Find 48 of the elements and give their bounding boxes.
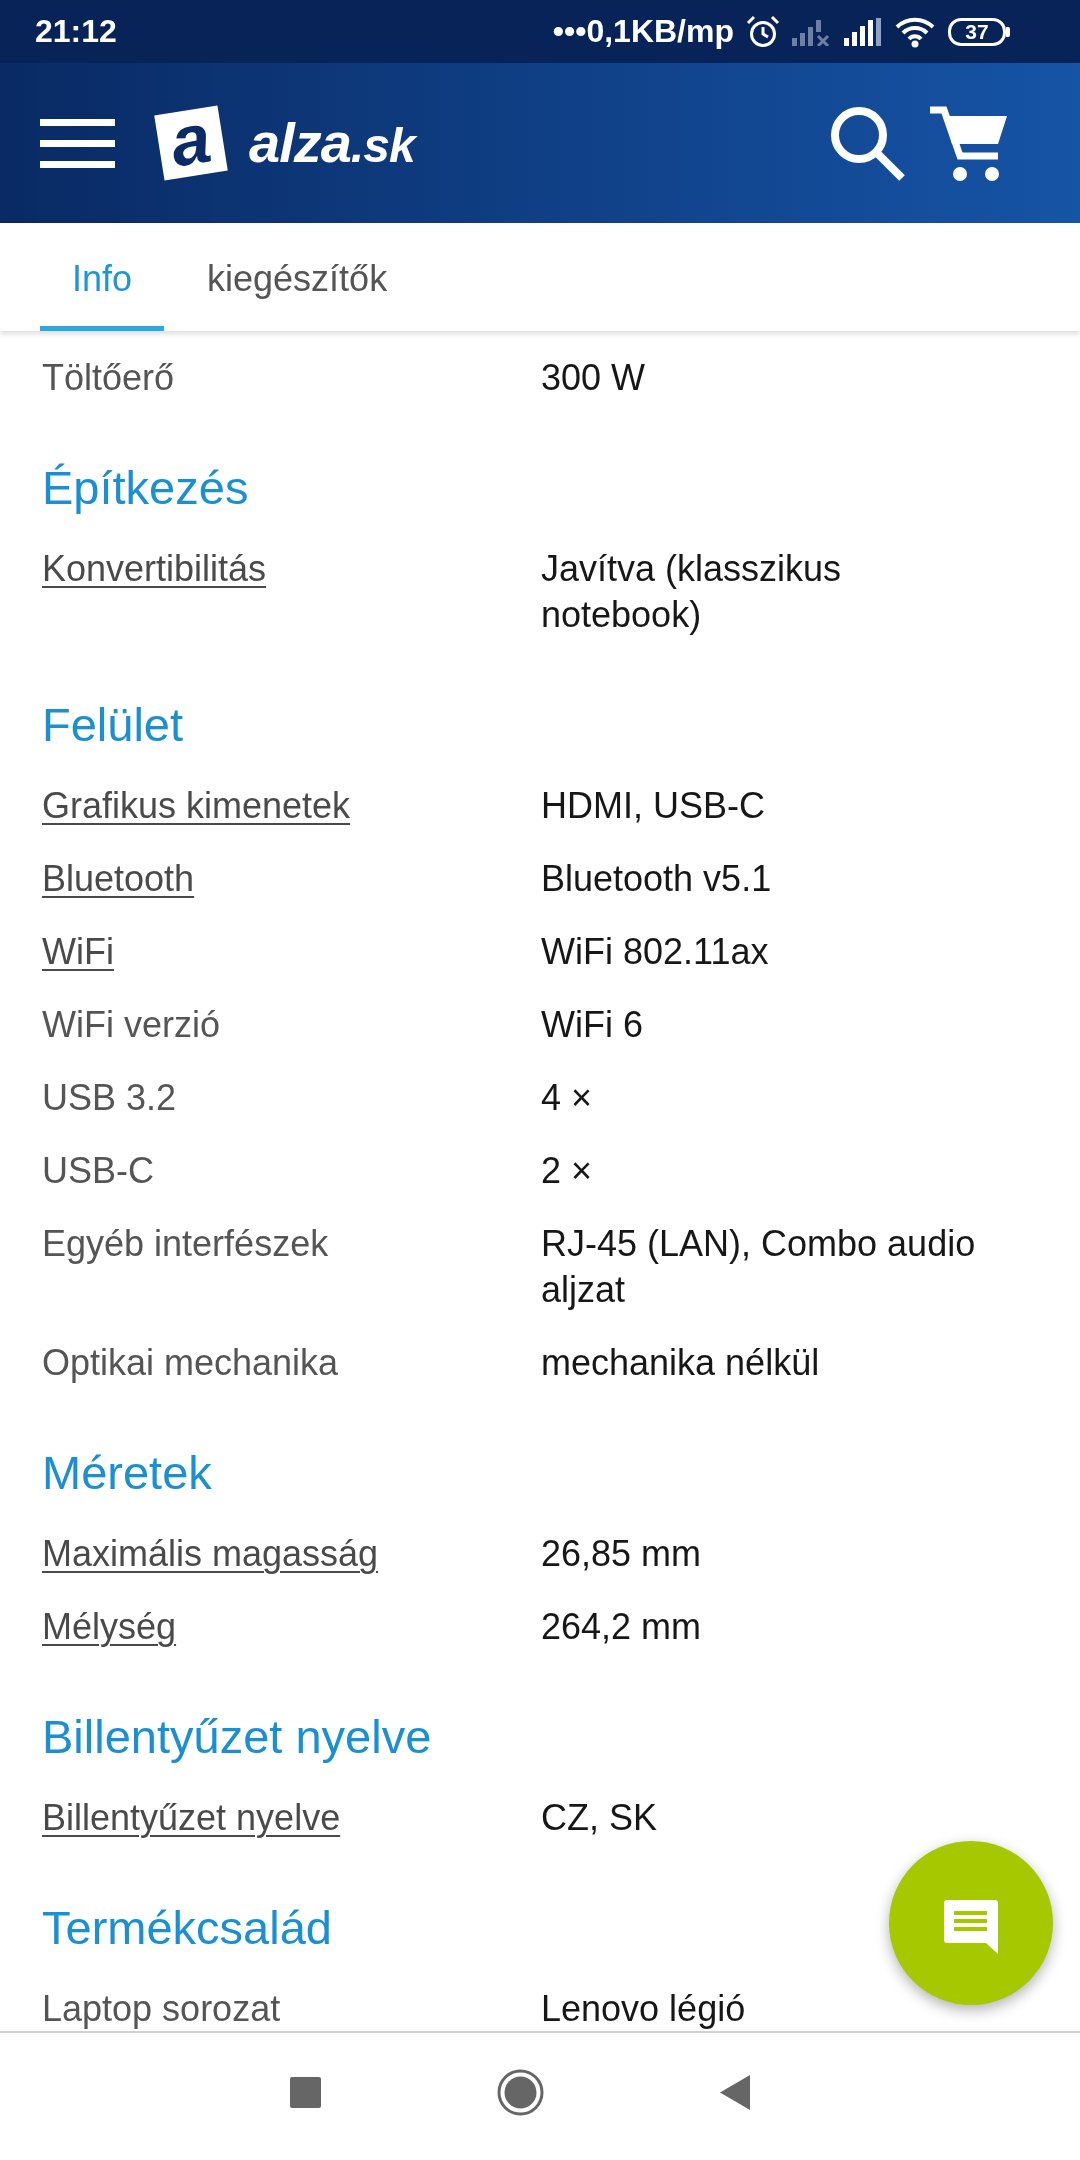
spec-link[interactable]: Konvertibilitás — [42, 546, 267, 638]
tab[interactable]: kiegészítők — [175, 223, 420, 331]
spec-value: 2 × — [541, 1149, 593, 1193]
section-heading: Billentyűzet nyelve — [42, 1709, 432, 1765]
spec-value: mechanika nélkül — [541, 1341, 820, 1385]
spec-link[interactable]: Maximális magasság — [42, 1531, 379, 1577]
spec-value: CZ, SK — [541, 1796, 657, 1840]
spec-label: Egyéb interfészek — [42, 1222, 329, 1266]
spec-value: Javítva (klasszikus notebook) — [541, 547, 843, 637]
spec-value: WiFi 802.11ax — [541, 930, 769, 974]
spec-value: WiFi 6 — [541, 1003, 643, 1047]
spec-value: 4 × — [541, 1076, 593, 1120]
section-heading: Termékcsalád — [42, 1900, 332, 1956]
spec-value: 264,2 mm — [541, 1605, 702, 1649]
spec-value: Bluetooth v5.1 — [541, 857, 772, 901]
chat-icon — [944, 1900, 998, 1954]
spec-link[interactable]: Mélység — [42, 1604, 177, 1650]
spec-label: Töltőerő — [42, 356, 175, 400]
spec-label: USB 3.2 — [42, 1076, 177, 1120]
spec-value: 26,85 mm — [541, 1532, 702, 1576]
battery-indicator: 37 — [948, 17, 1010, 46]
home-icon[interactable] — [497, 2069, 544, 2116]
cart-icon[interactable] — [930, 105, 1007, 181]
spec-value: RJ-45 (LAN), Combo audio aljzat — [541, 1222, 977, 1312]
spec-link[interactable]: Bluetooth — [42, 856, 195, 902]
logo-mark: a — [154, 105, 228, 181]
spec-label: Laptop sorozat — [42, 1987, 281, 2031]
alarm-icon — [746, 14, 780, 49]
spec-link[interactable]: Billentyűzet nyelve — [42, 1795, 341, 1841]
signal-icon — [844, 17, 882, 46]
wifi-icon — [894, 15, 936, 48]
no-signal-icon — [792, 17, 832, 46]
network-speed: •••0,1KB/mp — [552, 13, 734, 50]
spec-value: HDMI, USB-C — [541, 784, 765, 828]
search-icon[interactable] — [830, 105, 905, 181]
spec-value: 300 W — [541, 356, 646, 400]
spec-link[interactable]: Grafikus kimenetek — [42, 783, 351, 829]
spec-label: USB-C — [42, 1149, 154, 1193]
spec-label: WiFi verzió — [42, 1003, 220, 1047]
spec-label: Optikai mechanika — [42, 1341, 339, 1385]
section-heading: Építkezés — [42, 460, 249, 516]
menu-icon[interactable] — [40, 118, 115, 168]
section-heading: Méretek — [42, 1445, 212, 1501]
status-time: 21:12 — [35, 13, 117, 50]
spec-value: Lenovo légió — [541, 1987, 746, 2031]
section-heading: Felület — [42, 697, 184, 753]
spec-link[interactable]: WiFi — [42, 929, 114, 975]
back-icon[interactable] — [720, 2075, 750, 2110]
